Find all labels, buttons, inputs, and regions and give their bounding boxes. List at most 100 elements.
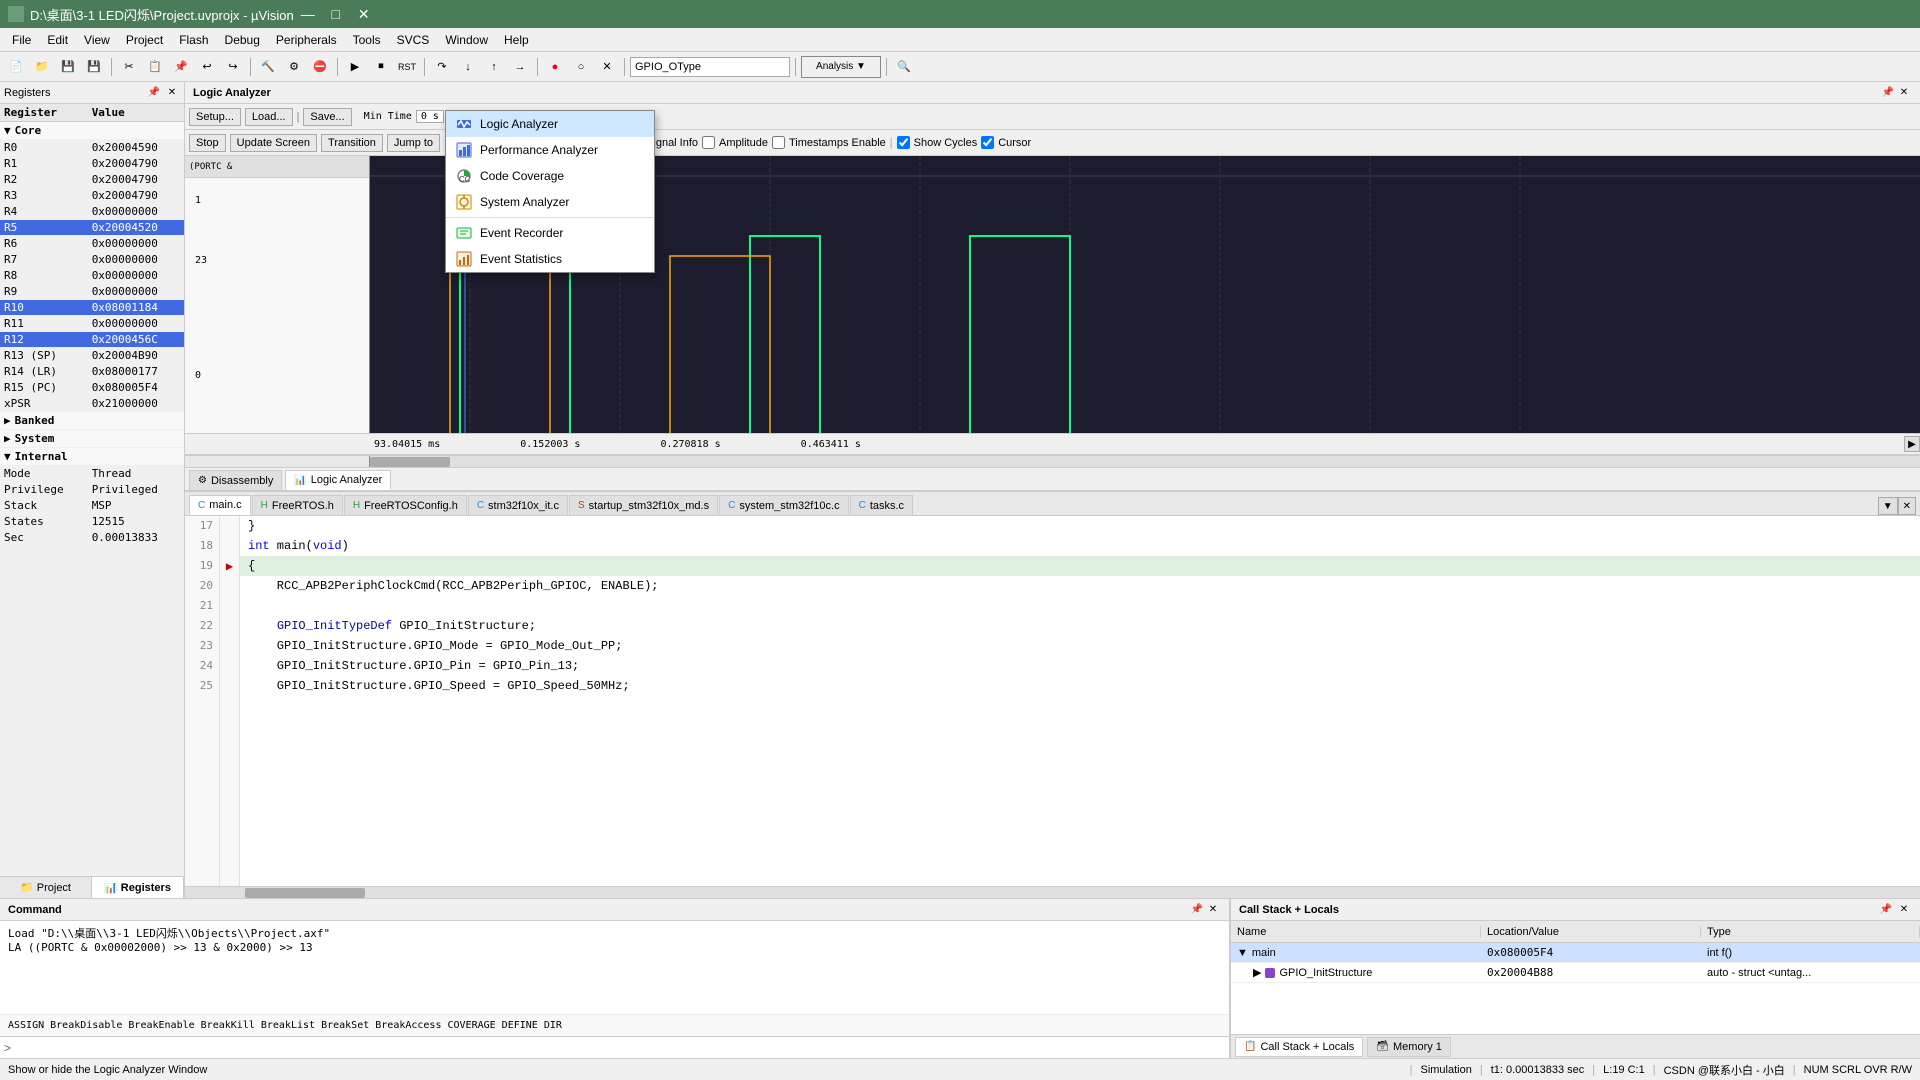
menu-flash[interactable]: Flash bbox=[171, 31, 216, 49]
reg-row-r11[interactable]: R110x00000000 bbox=[0, 316, 184, 332]
rebuild-button[interactable]: ⚙ bbox=[282, 56, 306, 78]
build-button[interactable]: 🔨 bbox=[256, 56, 280, 78]
code-hscrollbar[interactable] bbox=[185, 886, 1920, 898]
reg-row-sec[interactable]: Sec0.00013833 bbox=[0, 530, 184, 546]
step-over-button[interactable]: ↷ bbox=[430, 56, 454, 78]
la-show-cycles-checkbox[interactable] bbox=[897, 136, 910, 149]
function-dropdown[interactable] bbox=[630, 57, 790, 77]
code-scroll-thumb[interactable] bbox=[245, 888, 365, 898]
registers-pin-icon[interactable]: 📌 bbox=[146, 85, 162, 101]
code-line-17[interactable]: } bbox=[240, 516, 1920, 536]
step-into-button[interactable]: ↓ bbox=[456, 56, 480, 78]
cs-tab-callstack[interactable]: 📋 Call Stack + Locals bbox=[1235, 1037, 1363, 1057]
menu-help[interactable]: Help bbox=[496, 31, 537, 49]
reg-row-mode[interactable]: ModeThread bbox=[0, 466, 184, 482]
dropdown-system-analyzer[interactable]: System Analyzer bbox=[446, 189, 654, 215]
cs-expand-main[interactable]: ▼ bbox=[1237, 947, 1248, 959]
project-tab[interactable]: 📁 Project bbox=[0, 877, 92, 898]
tab-startup-s[interactable]: S startup_stm32f10x_md.s bbox=[569, 495, 718, 515]
breakpoint-button[interactable]: ● bbox=[543, 56, 567, 78]
stop-build-button[interactable]: ⛔ bbox=[308, 56, 332, 78]
dropdown-event-statistics[interactable]: Event Statistics bbox=[446, 246, 654, 272]
la-setup-button[interactable]: Setup... bbox=[189, 108, 241, 126]
menu-edit[interactable]: Edit bbox=[39, 31, 76, 49]
la-scroll-track[interactable] bbox=[370, 456, 1920, 467]
code-line-25[interactable]: GPIO_InitStructure.GPIO_Speed = GPIO_Spe… bbox=[240, 676, 1920, 696]
menu-peripherals[interactable]: Peripherals bbox=[268, 31, 345, 49]
tab-tasks-c[interactable]: C tasks.c bbox=[850, 495, 913, 515]
save-button[interactable]: 💾 bbox=[56, 56, 80, 78]
run-to-cursor-button[interactable]: → bbox=[508, 56, 532, 78]
reg-row-r14--lr-[interactable]: R14 (LR)0x08000177 bbox=[0, 364, 184, 380]
menu-project[interactable]: Project bbox=[118, 31, 171, 49]
reg-row-r12[interactable]: R120x2000456C bbox=[0, 332, 184, 348]
reg-group-core[interactable]: ▼Core bbox=[0, 122, 184, 140]
cut-button[interactable]: ✂ bbox=[117, 56, 141, 78]
code-line-23[interactable]: GPIO_InitStructure.GPIO_Mode = GPIO_Mode… bbox=[240, 636, 1920, 656]
menu-file[interactable]: File bbox=[4, 31, 39, 49]
la-stop-button[interactable]: Stop bbox=[189, 134, 226, 152]
kill-bp-button[interactable]: ✕ bbox=[595, 56, 619, 78]
step-out-button[interactable]: ↑ bbox=[482, 56, 506, 78]
maximize-button[interactable]: □ bbox=[322, 0, 350, 28]
reg-row-r1[interactable]: R10x20004790 bbox=[0, 156, 184, 172]
analysis-dropdown-button[interactable]: Analysis ▼ bbox=[801, 56, 881, 78]
close-button[interactable]: ✕ bbox=[350, 0, 378, 28]
reg-row-r5[interactable]: R50x20004520 bbox=[0, 220, 184, 236]
callstack-close-icon[interactable]: ✕ bbox=[1896, 902, 1912, 918]
tab-freertosconfig-h[interactable]: H FreeRTOSConfig.h bbox=[344, 495, 467, 515]
code-line-19[interactable]: { bbox=[240, 556, 1920, 576]
reg-row-r7[interactable]: R70x00000000 bbox=[0, 252, 184, 268]
code-line-18[interactable]: int main(void) bbox=[240, 536, 1920, 556]
undo-button[interactable]: ↩ bbox=[195, 56, 219, 78]
la-amplitude-checkbox[interactable] bbox=[702, 136, 715, 149]
reg-row-r6[interactable]: R60x00000000 bbox=[0, 236, 184, 252]
save-all-button[interactable]: 💾 bbox=[82, 56, 106, 78]
menu-window[interactable]: Window bbox=[437, 31, 496, 49]
registers-tab[interactable]: 📊 Registers bbox=[92, 877, 184, 898]
command-pin-icon[interactable]: 📌 bbox=[1189, 902, 1205, 918]
tab-stm32f10x-it-c[interactable]: C stm32f10x_it.c bbox=[468, 495, 568, 515]
new-button[interactable]: 📄 bbox=[4, 56, 28, 78]
code-line-24[interactable]: GPIO_InitStructure.GPIO_Pin = GPIO_Pin_1… bbox=[240, 656, 1920, 676]
reg-row-r4[interactable]: R40x00000000 bbox=[0, 204, 184, 220]
la-jump-to-button[interactable]: Jump to bbox=[387, 134, 440, 152]
la-timestamps-checkbox[interactable] bbox=[772, 136, 785, 149]
reg-row-r9[interactable]: R90x00000000 bbox=[0, 284, 184, 300]
dropdown-code-coverage[interactable]: CC Code Coverage bbox=[446, 163, 654, 189]
code-line-22[interactable]: GPIO_InitTypeDef GPIO_InitStructure; bbox=[240, 616, 1920, 636]
command-input[interactable] bbox=[15, 1041, 1225, 1054]
menu-tools[interactable]: Tools bbox=[345, 31, 389, 49]
code-tabs-dropdown-button[interactable]: ▼ bbox=[1878, 497, 1898, 515]
reg-row-stack[interactable]: StackMSP bbox=[0, 498, 184, 514]
la-close-icon[interactable]: ✕ bbox=[1896, 85, 1912, 101]
registers-close-icon[interactable]: ✕ bbox=[164, 85, 180, 101]
open-button[interactable]: 📁 bbox=[30, 56, 54, 78]
code-tabs-close-button[interactable]: ✕ bbox=[1898, 497, 1916, 515]
reg-row-r3[interactable]: R30x20004790 bbox=[0, 188, 184, 204]
menu-view[interactable]: View bbox=[76, 31, 118, 49]
search-button[interactable]: 🔍 bbox=[892, 56, 916, 78]
cs-row-gpio[interactable]: ▶ GPIO_InitStructure 0x20004B88 auto - s… bbox=[1231, 963, 1920, 983]
callstack-pin-icon[interactable]: 📌 bbox=[1878, 902, 1894, 918]
reg-row-r13--sp-[interactable]: R13 (SP)0x20004B90 bbox=[0, 348, 184, 364]
dropdown-event-recorder[interactable]: Event Recorder bbox=[446, 220, 654, 246]
la-hscrollbar[interactable] bbox=[185, 455, 1920, 467]
tab-main-c[interactable]: C main.c bbox=[189, 495, 251, 515]
reg-group-internal[interactable]: ▼Internal bbox=[0, 448, 184, 466]
la-scroll-right-button[interactable]: ▶ bbox=[1904, 436, 1920, 452]
code-line-21[interactable] bbox=[240, 596, 1920, 616]
la-update-screen-button[interactable]: Update Screen bbox=[230, 134, 317, 152]
tab-freertos-h[interactable]: H FreeRTOS.h bbox=[252, 495, 343, 515]
command-close-icon[interactable]: ✕ bbox=[1205, 902, 1221, 918]
reg-row-r8[interactable]: R80x00000000 bbox=[0, 268, 184, 284]
reg-row-privilege[interactable]: PrivilegePrivileged bbox=[0, 482, 184, 498]
la-transition-button[interactable]: Transition bbox=[321, 134, 383, 152]
reg-row-r2[interactable]: R20x20004790 bbox=[0, 172, 184, 188]
paste-button[interactable]: 📌 bbox=[169, 56, 193, 78]
la-load-button[interactable]: Load... bbox=[245, 108, 293, 126]
code-line-20[interactable]: RCC_APB2PeriphClockCmd(RCC_APB2Periph_GP… bbox=[240, 576, 1920, 596]
code-scroll-track[interactable] bbox=[185, 887, 1920, 898]
menu-svcs[interactable]: SVCS bbox=[389, 31, 438, 49]
la-scroll-thumb[interactable] bbox=[370, 457, 450, 467]
